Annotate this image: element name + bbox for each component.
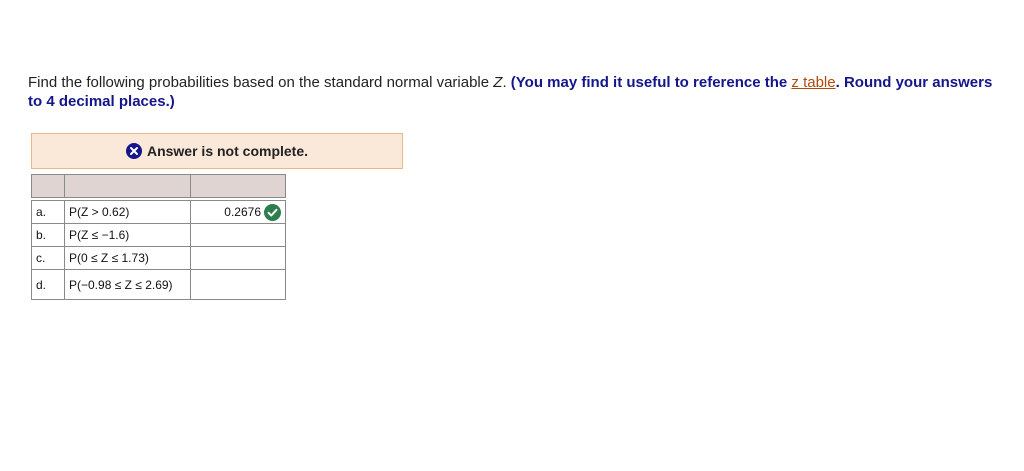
table-row: a. P(Z > 0.62) 0.2676 — [31, 200, 286, 224]
row-expression: P(Z ≤ −1.6) — [64, 223, 191, 247]
note-before: (You may find it useful to reference the — [510, 74, 792, 91]
header-cell-answer — [190, 174, 286, 198]
answer-input[interactable] — [190, 269, 286, 300]
check-circle-icon — [264, 203, 281, 221]
status-banner: Answer is not complete. — [31, 133, 403, 169]
table-header-row — [31, 174, 286, 198]
question-prompt: Find the following probabilities based o… — [28, 74, 494, 91]
answer-input[interactable] — [190, 246, 286, 270]
x-circle-icon — [125, 143, 142, 159]
z-table-link[interactable]: z table — [791, 74, 835, 91]
question-text: Find the following probabilities based o… — [28, 73, 1008, 111]
answers-table: a. P(Z > 0.62) 0.2676 b. P(Z ≤ −1.6) c. — [31, 174, 286, 300]
table-row: d. P(−0.98 ≤ Z ≤ 2.69) — [31, 269, 286, 300]
table-row: b. P(Z ≤ −1.6) — [31, 223, 286, 247]
row-expression: P(Z > 0.62) — [64, 200, 191, 224]
row-letter: b. — [31, 223, 65, 247]
header-cell-letter — [31, 174, 65, 198]
answer-input[interactable]: 0.2676 — [190, 200, 286, 224]
row-letter: d. — [31, 269, 65, 300]
answer-value: 0.2676 — [224, 205, 261, 219]
answer-input[interactable] — [190, 223, 286, 247]
question-punct: . — [502, 74, 511, 91]
banner-text: Answer is not complete. — [146, 143, 309, 159]
table-row: c. P(0 ≤ Z ≤ 1.73) — [31, 246, 286, 270]
header-cell-expression — [64, 174, 191, 198]
row-expression: P(−0.98 ≤ Z ≤ 2.69) — [64, 269, 191, 300]
row-expression: P(0 ≤ Z ≤ 1.73) — [64, 246, 191, 270]
row-letter: a. — [31, 200, 65, 224]
row-letter: c. — [31, 246, 65, 270]
